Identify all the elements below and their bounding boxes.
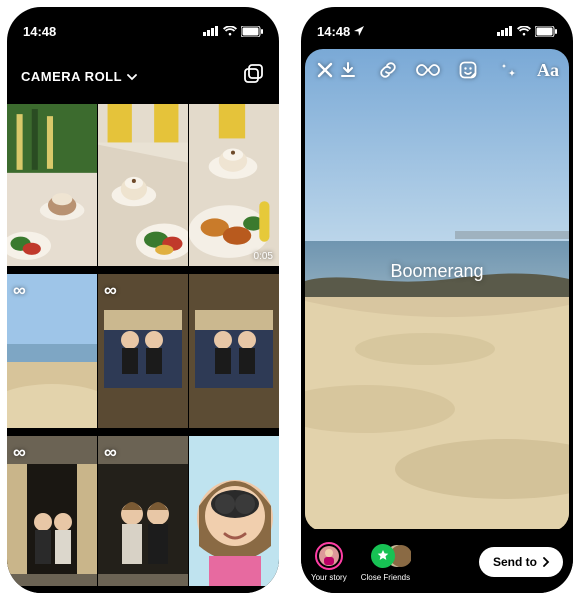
grid-cell[interactable] (189, 274, 279, 428)
boomerang-icon: ∞ (13, 280, 26, 301)
close-button[interactable] (315, 57, 335, 83)
location-arrow-icon (354, 26, 364, 36)
status-time: 14:48 (23, 24, 56, 39)
wifi-icon (517, 26, 531, 36)
link-icon (378, 60, 398, 80)
share-close-friends[interactable]: Close Friends (361, 542, 410, 582)
link-button[interactable] (375, 57, 401, 83)
photo-thumbnail (7, 104, 97, 266)
send-to-button[interactable]: Send to (479, 547, 563, 577)
effects-button[interactable] (495, 57, 521, 83)
share-target-label: Your story (311, 573, 347, 582)
camera-roll-header: CAMERA ROLL (7, 45, 279, 104)
sparkle-icon (498, 60, 518, 80)
story-footer: Your story Close Friends Send to (301, 531, 573, 593)
status-time: 14:48 (317, 24, 364, 39)
phone-camera-roll: 14:48 CAMERA ROLL (7, 7, 279, 593)
grid-cell[interactable]: ∞ (98, 274, 188, 428)
photo-thumbnail (189, 274, 279, 428)
grid-cell[interactable] (98, 104, 188, 266)
status-icons (497, 26, 557, 37)
boomerang-icon: ∞ (104, 442, 117, 463)
chevron-down-icon (126, 71, 138, 83)
grid-cell[interactable] (189, 436, 279, 586)
video-duration-badge: 0:05 (254, 251, 273, 262)
photo-thumbnail (189, 104, 279, 266)
sticker-button[interactable] (455, 57, 481, 83)
send-to-label: Send to (493, 555, 537, 569)
status-bar: 14:48 (301, 7, 573, 45)
album-dropdown[interactable]: CAMERA ROLL (21, 69, 138, 84)
close-friends-avatar (371, 542, 399, 570)
text-tool-glyph: Aa (537, 60, 559, 81)
text-button[interactable]: Aa (535, 57, 561, 83)
grid-cell[interactable]: ∞ (7, 274, 97, 428)
boomerang-overlay-label: Boomerang (305, 261, 569, 282)
story-photo (305, 49, 569, 529)
boomerang-icon: ∞ (104, 280, 117, 301)
multi-select-button[interactable] (243, 63, 265, 90)
your-story-avatar (315, 542, 343, 570)
photo-thumbnail (98, 104, 188, 266)
download-button[interactable] (335, 57, 361, 83)
grid-cell[interactable] (7, 104, 97, 266)
grid-cell[interactable]: 0:05 (189, 104, 279, 266)
status-bar: 14:48 (7, 7, 279, 45)
grid-cell[interactable]: ∞ (7, 436, 97, 586)
wifi-icon (223, 26, 237, 36)
boomerang-button[interactable] (415, 57, 441, 83)
chevron-right-icon (541, 557, 551, 567)
share-target-label: Close Friends (361, 573, 410, 582)
close-icon (315, 60, 335, 80)
phone-story-editor: 14:48 (301, 7, 573, 593)
multi-select-icon (243, 63, 265, 85)
album-title: CAMERA ROLL (21, 69, 122, 84)
infinity-icon (416, 60, 440, 80)
photo-thumbnail (189, 436, 279, 586)
story-canvas[interactable]: Aa Boomerang (305, 49, 569, 531)
boomerang-icon: ∞ (13, 442, 26, 463)
grid-cell[interactable]: ∞ (98, 436, 188, 586)
photo-grid: 0:05 ∞ ∞ (7, 104, 279, 593)
battery-icon (241, 26, 263, 37)
story-toolbar: Aa (305, 49, 569, 83)
cellular-icon (497, 26, 513, 36)
sticker-icon (458, 60, 478, 80)
cellular-icon (203, 26, 219, 36)
share-your-story[interactable]: Your story (311, 542, 347, 582)
status-icons (203, 26, 263, 37)
download-icon (338, 60, 358, 80)
battery-icon (535, 26, 557, 37)
